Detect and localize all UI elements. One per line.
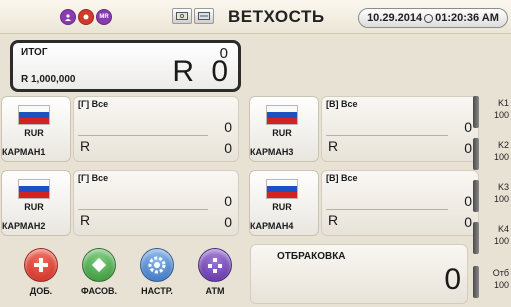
reject-panel[interactable]: ОТБРАКОВКА 0: [250, 244, 468, 304]
pocket-name: КАРМАН4: [250, 221, 294, 231]
currency-mode-icon[interactable]: [194, 8, 214, 24]
pocket-currency: RUR: [24, 202, 44, 212]
divider: [326, 135, 448, 136]
divider: [326, 209, 448, 210]
mode-title: ВЕТХОСТЬ: [228, 7, 325, 26]
russia-flag-icon: [266, 105, 298, 125]
pocket-currency: RUR: [272, 128, 292, 138]
status-bar: MR ВЕТХОСТЬ 10.29.2014 01:20:36 AM: [0, 0, 511, 34]
pocket-amount: 0: [464, 214, 472, 230]
russia-flag-icon: [266, 179, 298, 199]
counter-value: 100: [493, 280, 509, 290]
pocket-currency-symbol: R: [80, 138, 91, 154]
pocket-currency: RUR: [24, 128, 44, 138]
add-button[interactable]: ДОБ.: [16, 248, 66, 304]
time-text: 01:20:36 AM: [435, 12, 499, 24]
mr-label: MR: [99, 14, 109, 20]
pocket-filter: [Г] Все: [78, 173, 109, 183]
atm-icon: [198, 248, 232, 282]
counter-value: 100: [493, 152, 509, 162]
pocket-currency-box: RUR КАРМАН4: [249, 170, 319, 236]
total-currency-symbol: R: [172, 55, 194, 88]
counter-k3[interactable]: K3 100: [473, 180, 511, 212]
pocket-filter: [В] Все: [326, 99, 358, 109]
pocket-count: 0: [464, 119, 472, 135]
total-big-value: 0: [211, 55, 228, 88]
pocket-2[interactable]: RUR КАРМАН2 [Г] Все 0 R 0: [1, 170, 239, 236]
settings-button[interactable]: НАСТР.: [132, 248, 182, 304]
plus-icon: [24, 248, 58, 282]
user-icon[interactable]: [60, 9, 76, 25]
settings-icon: [140, 248, 174, 282]
russia-flag-icon: [18, 105, 50, 125]
pocket-name: КАРМАН2: [2, 221, 46, 231]
clock-icon: [424, 13, 434, 23]
divider: [78, 209, 208, 210]
counter-label: K3: [497, 182, 509, 192]
russia-flag-icon: [18, 179, 50, 199]
total-panel[interactable]: ИТОГ 0 R 1,000,000 R 0: [10, 40, 241, 92]
pocket-amount: 0: [464, 140, 472, 156]
datetime-display: 10.29.2014 01:20:36 AM: [358, 8, 508, 28]
batch-button[interactable]: ФАСОВ.: [74, 248, 124, 304]
total-label: ИТОГ: [21, 47, 48, 58]
pocket-name: КАРМАН3: [250, 147, 294, 157]
batch-icon: [82, 248, 116, 282]
counter-label: K2: [497, 140, 509, 150]
counter-reject[interactable]: Отб 100: [473, 266, 511, 298]
pocket-3[interactable]: RUR КАРМАН3 [В] Все 0 R 0: [249, 96, 487, 162]
pocket-filter: [В] Все: [326, 173, 358, 183]
counter-label: K1: [497, 98, 509, 108]
pocket-info: [Г] Все 0 R 0: [73, 170, 239, 236]
record-icon[interactable]: [78, 9, 94, 25]
pocket-currency-symbol: R: [80, 212, 91, 228]
counter-value: 100: [493, 236, 509, 246]
pocket-currency-box: RUR КАРМАН3: [249, 96, 319, 162]
pocket-info: [Г] Все 0 R 0: [73, 96, 239, 162]
reject-label: ОТБРАКОВКА: [277, 251, 346, 262]
pocket-info: [В] Все 0 R 0: [321, 96, 479, 162]
pocket-currency-box: RUR КАРМАН2: [1, 170, 71, 236]
counter-value: 100: [493, 194, 509, 204]
pocket-currency-symbol: R: [328, 138, 339, 154]
pocket-filter: [Г] Все: [78, 99, 109, 109]
date-text: 10.29.2014: [367, 12, 423, 24]
pocket-currency-symbol: R: [328, 212, 339, 228]
pocket-amount: 0: [224, 214, 232, 230]
atm-button-label: АТМ: [205, 286, 225, 296]
pocket-1[interactable]: RUR КАРМАН1 [Г] Все 0 R 0: [1, 96, 239, 162]
counter-k1[interactable]: K1 100: [473, 96, 511, 128]
pocket-count: 0: [464, 193, 472, 209]
pocket-count: 0: [224, 119, 232, 135]
banknote-icon[interactable]: [172, 8, 192, 24]
batch-button-label: ФАСОВ.: [80, 286, 117, 296]
pocket-count: 0: [224, 193, 232, 209]
counter-k4[interactable]: K4 100: [473, 222, 511, 254]
counter-label: K4: [497, 224, 509, 234]
counter-label: Отб: [492, 268, 509, 278]
pocket-4[interactable]: RUR КАРМАН4 [В] Все 0 R 0: [249, 170, 487, 236]
total-amount: R 1,000,000: [21, 74, 76, 85]
atm-button[interactable]: АТМ: [190, 248, 240, 304]
mr-icon[interactable]: MR: [96, 9, 112, 25]
counter-value: 100: [493, 110, 509, 120]
settings-button-label: НАСТР.: [141, 286, 173, 296]
pocket-amount: 0: [224, 140, 232, 156]
add-button-label: ДОБ.: [29, 286, 53, 296]
pocket-currency-box: RUR КАРМАН1: [1, 96, 71, 162]
pocket-info: [В] Все 0 R 0: [321, 170, 479, 236]
counter-k2[interactable]: K2 100: [473, 138, 511, 170]
pocket-name: КАРМАН1: [2, 147, 46, 157]
divider: [78, 135, 208, 136]
pocket-currency: RUR: [272, 202, 292, 212]
reject-count: 0: [444, 263, 461, 296]
